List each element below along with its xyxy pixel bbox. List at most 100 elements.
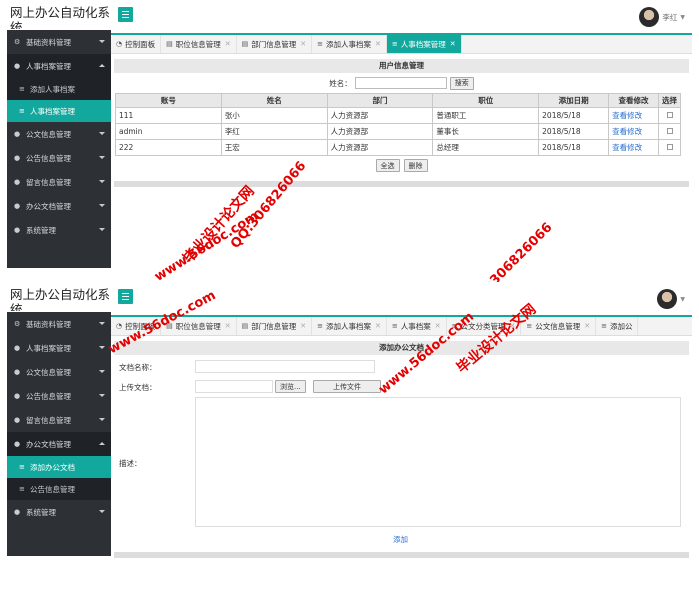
sidebar-item[interactable]: ● 公文信息管理 (7, 360, 111, 384)
tab[interactable]: ≡ 添加人事档案 ✕ (312, 35, 387, 53)
caret-icon (99, 180, 105, 183)
row-select-cell (658, 123, 681, 140)
circle-icon: ● (14, 392, 21, 400)
sidebar-item[interactable]: ● 系统管理 (7, 500, 111, 524)
top-bar: 网上办公自动化系统 李红 ▼ (0, 0, 699, 33)
close-icon[interactable]: ✕ (300, 322, 306, 330)
sidebar-item[interactable]: ● 系统管理 (7, 218, 111, 242)
close-icon[interactable]: ✕ (435, 322, 441, 330)
close-icon[interactable]: ✕ (375, 40, 381, 48)
tab-bar: ◔ 控制面板 ▤ 职位信息管理 ✕ ▤ 部门信息管理 ✕ ≡ 添加人事档案 ✕ ≡ 人事档案管理 ✕ (111, 33, 692, 54)
browse-button[interactable]: 浏览... (275, 380, 306, 393)
tab[interactable]: ≡ 人事档案 ✕ (387, 317, 447, 335)
circle-icon: ● (14, 62, 21, 70)
sidebar-item-label: 办公文档管理 (26, 439, 71, 449)
sidebar-subitem-label: 添加办公文档 (30, 462, 75, 472)
list-icon: ≡ (19, 85, 25, 93)
caret-icon (99, 40, 105, 43)
select-all-button[interactable]: 全选 (375, 159, 400, 172)
list-icon: ≡ (19, 107, 25, 115)
screen-add-document: 网上办公自动化系统 ▼ ⚙ 基础资料管理 ● 人事档案管理 ● 公文信息管理 ● 公告信息管理… (0, 282, 699, 559)
close-icon[interactable]: ✕ (225, 40, 231, 48)
tab-label: 控制面板 (125, 39, 156, 49)
tab-label: 职位信息管理 (175, 321, 221, 331)
view-edit-link[interactable]: 查看修改 (608, 107, 659, 124)
close-icon[interactable]: ✕ (300, 40, 306, 48)
close-icon[interactable]: ✕ (375, 322, 381, 330)
sidebar-item[interactable]: ● 人事档案管理 (7, 54, 111, 78)
avatar (639, 7, 660, 27)
tab[interactable]: ◔ 控制面板 (111, 35, 162, 53)
tab-icon: ≡ (391, 322, 398, 330)
upload-file-input[interactable] (195, 380, 273, 393)
tab-icon: ≡ (391, 40, 398, 48)
tab[interactable]: ≡ 人事档案管理 ✕ (386, 35, 462, 53)
sidebar-subitem[interactable]: ≡ 公告信息管理 (7, 478, 111, 500)
row-select-cell (658, 139, 681, 156)
sidebar-item[interactable]: ⚙ 基础资料管理 (7, 30, 111, 54)
user-menu[interactable]: 李红 ▼ (639, 6, 685, 28)
view-edit-link[interactable]: 查看修改 (608, 123, 659, 140)
sidebar-item[interactable]: ● 办公文档管理 (7, 194, 111, 218)
main-content: ◔ 控制面板 ▤ 职位信息管理 ✕ ▤ 部门信息管理 ✕ ≡ 添加人事档案 ✕ ≡ 人事档案 ✕ ≡ 公文分类… (111, 315, 692, 559)
search-button[interactable]: 搜索 (449, 76, 474, 90)
sidebar-item[interactable]: ● 办公文档管理 (7, 432, 111, 456)
sidebar-item[interactable]: ⚙ 基础资料管理 (7, 312, 111, 336)
sidebar-item[interactable]: ● 留言信息管理 (7, 170, 111, 194)
row-checkbox[interactable] (666, 144, 673, 150)
close-icon[interactable]: ✕ (584, 322, 590, 330)
sidebar-item[interactable]: ● 留言信息管理 (7, 408, 111, 432)
tab-icon: ≡ (317, 40, 323, 48)
sidebar-item[interactable]: ● 公告信息管理 (7, 146, 111, 170)
tab[interactable]: ≡ 添加公 (596, 317, 639, 335)
menu-toggle-icon[interactable] (118, 7, 133, 22)
delete-button[interactable]: 删除 (403, 159, 428, 172)
table-cell: admin (115, 123, 222, 140)
upload-button[interactable]: 上传文件 (313, 380, 381, 393)
view-edit-link[interactable]: 查看修改 (608, 139, 659, 156)
description-textarea[interactable] (195, 397, 681, 527)
tab-icon: ◔ (116, 40, 123, 48)
sidebar-item-label: 系统管理 (26, 507, 56, 517)
caret-icon (99, 418, 105, 421)
caret-icon (99, 132, 105, 135)
circle-icon: ● (14, 416, 21, 424)
menu-toggle-icon[interactable] (118, 289, 133, 304)
sidebar-item-label: 公告信息管理 (26, 391, 71, 401)
table-row: 222 王宏 人力资源部 总经理 2018/5/18 查看修改 (115, 139, 681, 156)
doc-name-input[interactable] (195, 360, 375, 373)
add-button[interactable]: 添加 (393, 534, 408, 545)
caret-icon (99, 156, 105, 159)
sidebar-item-label: 系统管理 (26, 225, 56, 235)
tab[interactable]: ▤ 部门信息管理 ✕ (237, 35, 313, 53)
sidebar-item[interactable]: ● 人事档案管理 (7, 336, 111, 360)
screen-personnel-list: 网上办公自动化系统 李红 ▼ ⚙ 基础资料管理 ● 人事档案管理 ≡ 添加人事档案 ≡ 人事档… (0, 0, 699, 308)
table-cell: 人力资源部 (326, 139, 434, 156)
row-checkbox[interactable] (666, 128, 673, 134)
close-icon[interactable]: ✕ (225, 322, 231, 330)
sidebar-item-label: 基础资料管理 (26, 37, 71, 47)
sidebar-subitem[interactable]: ≡ 添加人事档案 (7, 78, 111, 100)
sidebar-item[interactable]: ● 公文信息管理 (7, 122, 111, 146)
user-menu[interactable]: ▼ (657, 288, 685, 310)
table-cell: 董事长 (432, 123, 540, 140)
row-checkbox[interactable] (666, 112, 673, 118)
tab-label: 部门信息管理 (251, 321, 297, 331)
column-header: 查看修改 (608, 93, 659, 108)
search-label: 姓名： (329, 78, 352, 88)
sidebar-item[interactable]: ● 公告信息管理 (7, 384, 111, 408)
tab[interactable]: ≡ 添加人事档案 ✕ (312, 317, 387, 335)
caret-icon (99, 346, 105, 349)
sidebar: ⚙ 基础资料管理 ● 人事档案管理 ● 公文信息管理 ● 公告信息管理 ● 留言信息管理 ● 办公文档… (7, 312, 111, 556)
sidebar-item-label: 留言信息管理 (26, 177, 71, 187)
sidebar-subitem[interactable]: ≡ 添加办公文档 (7, 456, 111, 478)
tab[interactable]: ▤ 部门信息管理 ✕ (237, 317, 313, 335)
close-icon[interactable]: ✕ (450, 40, 456, 48)
tab-label: 添加公 (609, 321, 633, 331)
panel-title: 用户信息管理 (114, 59, 689, 73)
table-cell: 普通职工 (432, 107, 540, 124)
tab[interactable]: ▤ 职位信息管理 ✕ (161, 35, 237, 53)
sidebar-subitem[interactable]: ≡ 人事档案管理 (7, 100, 111, 122)
search-input[interactable] (354, 77, 447, 89)
tab-icon: ≡ (317, 322, 323, 330)
